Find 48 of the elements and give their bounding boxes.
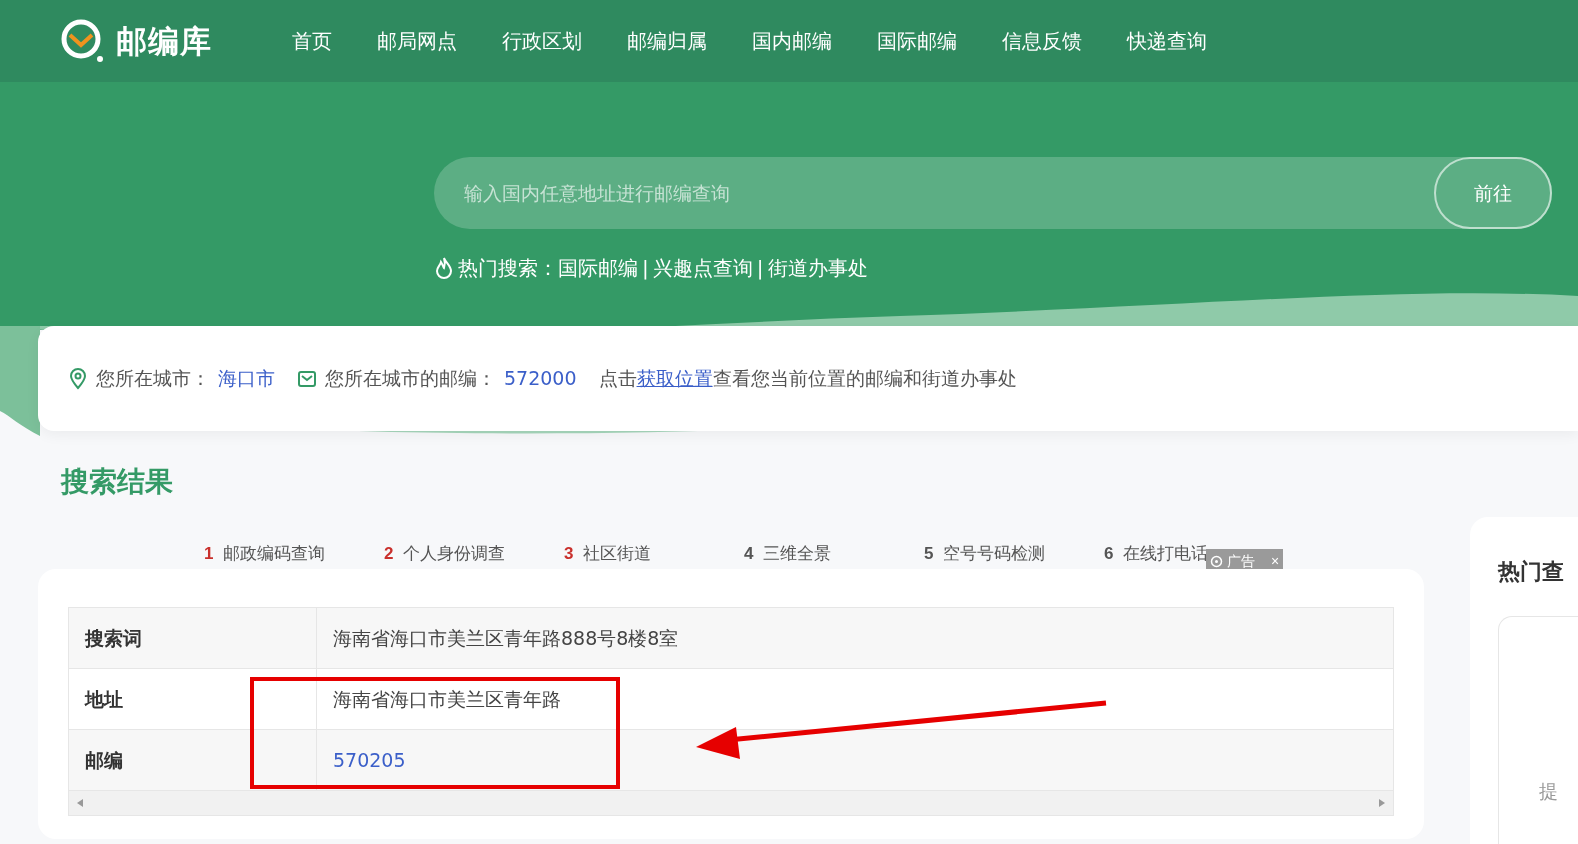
horizontal-scrollbar[interactable]: [69, 791, 1393, 815]
envelope-icon: [297, 369, 317, 388]
city-label: 您所在城市：: [96, 366, 210, 392]
nav-link[interactable]: 国内邮编: [752, 26, 832, 56]
hot-search-link[interactable]: 兴趣点查询: [652, 253, 753, 283]
ad-link[interactable]: 1 邮政编码查询: [204, 544, 326, 563]
logo-icon: [60, 18, 106, 64]
ad-link[interactable]: 4 三维全景: [744, 544, 832, 563]
ad-link[interactable]: 2 个人身份调查: [384, 544, 506, 563]
table-cell-text: 海南省海口市美兰区青年路888号8楼8室: [332, 625, 679, 651]
search-field[interactable]: 输入国内任意地址进行邮编查询 前往: [434, 157, 1552, 229]
section-title: 搜索结果: [61, 464, 174, 500]
logo-text[interactable]: 邮编库: [116, 17, 212, 65]
nav-link[interactable]: 邮局网点: [377, 26, 457, 56]
ad-info-icon: [1210, 554, 1223, 568]
locate-link[interactable]: 获取位置: [636, 367, 713, 390]
table-cell: 地址: [69, 669, 317, 729]
ad-link[interactable]: 3 社区街道: [564, 544, 652, 563]
nav-link[interactable]: 信息反馈: [1002, 26, 1082, 56]
location-pin-icon: [68, 367, 88, 390]
scroll-left-icon[interactable]: [77, 799, 83, 807]
city-zip: 572000: [504, 366, 577, 392]
location-hint: 点击获取位置查看您当前位置的邮编和街道办事处: [598, 366, 1017, 392]
ad-link[interactable]: 5 空号号码检测: [924, 544, 1046, 563]
table-cell: 搜索词: [69, 608, 317, 668]
separator: |: [642, 255, 649, 282]
ad-link[interactable]: 6 在线打电话: [1104, 544, 1209, 563]
zip-label: 您所在城市的邮编：: [325, 366, 496, 392]
table-cell: 邮编: [69, 730, 317, 790]
ad-label: 广告: [1227, 551, 1255, 571]
nav-link[interactable]: 行政区划: [502, 26, 582, 56]
table-cell-text: 海南省海口市美兰区青年路: [332, 686, 561, 712]
hot-search-link[interactable]: 国际邮编: [558, 253, 638, 283]
hot-search-label: 热门搜索：: [458, 255, 558, 282]
nav-link[interactable]: 快递查询: [1127, 26, 1207, 56]
go-button[interactable]: 前往: [1434, 157, 1552, 229]
zip-link[interactable]: 570205: [317, 745, 406, 775]
scroll-right-icon[interactable]: [1379, 799, 1385, 807]
separator: |: [756, 255, 764, 282]
panel-text: 提: [1539, 780, 1558, 802]
panel-title: 热门查: [1498, 558, 1565, 586]
nav-link[interactable]: 邮编归属: [627, 26, 707, 56]
close-button[interactable]: ×: [1271, 550, 1280, 572]
nav-link[interactable]: 国际邮编: [877, 26, 957, 56]
city-link[interactable]: 海口市: [218, 364, 275, 393]
hot-search-link[interactable]: 街道办事处: [767, 253, 868, 283]
flame-icon: [434, 256, 454, 280]
nav-link[interactable]: 首页: [292, 26, 332, 56]
